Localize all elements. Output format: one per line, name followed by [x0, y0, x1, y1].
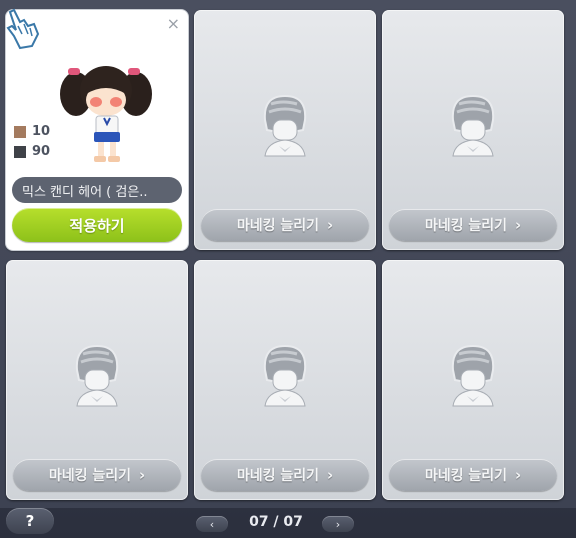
- mannequin-hair-icon: [263, 344, 307, 407]
- color-swatch: [14, 145, 26, 158]
- color-swatch: [14, 125, 26, 138]
- button-label: 마네킹 늘리기: [424, 468, 507, 484]
- hair-color-stat-1: 10: [14, 124, 50, 139]
- chevron-right-icon: ›: [335, 517, 341, 531]
- mannequin-slot-1[interactable]: × 10 90 믹스 캔디 헤어 ( 검은.. 적용하기: [6, 8, 188, 250]
- button-label: 마네킹 늘리기: [236, 218, 319, 234]
- stat-value: 10: [32, 124, 51, 139]
- mannequin-slot-4: 마네킹 늘리기 ›: [6, 260, 188, 500]
- mannequin-hair-icon: [451, 94, 495, 157]
- mannequin-hair-icon: [75, 344, 119, 407]
- chevron-right-icon: ›: [514, 466, 522, 484]
- chevron-left-icon: ‹: [209, 517, 215, 531]
- apply-button[interactable]: 적용하기: [12, 208, 182, 242]
- button-label: 마네킹 늘리기: [236, 468, 319, 484]
- help-button[interactable]: ?: [6, 508, 54, 534]
- prev-page-button[interactable]: ‹: [196, 516, 228, 532]
- close-icon[interactable]: ×: [167, 16, 180, 32]
- mannequin-slot-2: 마네킹 늘리기 ›: [194, 10, 376, 250]
- stat-value: 90: [32, 144, 51, 159]
- character-avatar: [60, 66, 152, 162]
- next-page-button[interactable]: ›: [322, 516, 354, 532]
- hair-color-stat-2: 90: [14, 144, 50, 159]
- button-label: 마네킹 늘리기: [424, 218, 507, 234]
- mannequin-hair-icon: [263, 94, 307, 157]
- extend-mannequin-button[interactable]: 마네킹 늘리기 ›: [201, 459, 369, 491]
- mannequin-slot-3: 마네킹 늘리기 ›: [382, 10, 564, 250]
- mannequin-slot-6: 마네킹 늘리기 ›: [382, 260, 564, 500]
- page-indicator: 07 / 07: [249, 514, 303, 530]
- chevron-right-icon: ›: [138, 466, 146, 484]
- button-label: 마네킹 늘리기: [48, 468, 131, 484]
- chevron-right-icon: ›: [326, 216, 334, 234]
- extend-mannequin-button[interactable]: 마네킹 늘리기 ›: [201, 209, 369, 241]
- extend-mannequin-button[interactable]: 마네킹 늘리기 ›: [13, 459, 181, 491]
- extend-mannequin-button[interactable]: 마네킹 늘리기 ›: [389, 209, 557, 241]
- chevron-right-icon: ›: [326, 466, 334, 484]
- pointer-cursor-icon: [6, 8, 40, 50]
- chevron-right-icon: ›: [514, 216, 522, 234]
- mannequin-hair-icon: [451, 344, 495, 407]
- mannequin-slot-5: 마네킹 늘리기 ›: [194, 260, 376, 500]
- extend-mannequin-button[interactable]: 마네킹 늘리기 ›: [389, 459, 557, 491]
- item-name-field: 믹스 캔디 헤어 ( 검은..: [12, 177, 182, 203]
